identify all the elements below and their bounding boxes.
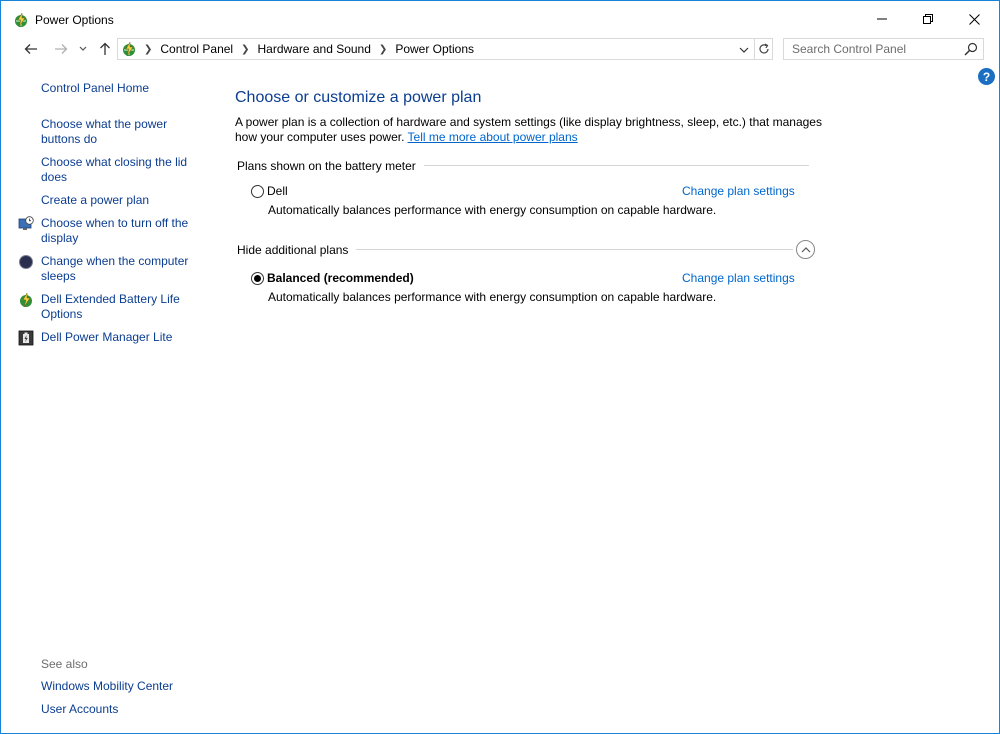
chevron-down-icon	[739, 47, 749, 53]
user-accounts-link[interactable]: User Accounts	[41, 702, 201, 717]
arrow-right-icon	[55, 44, 68, 54]
plan-name-balanced[interactable]: Balanced (recommended)	[267, 271, 414, 285]
battery-meter-section-label: Plans shown on the battery meter	[237, 159, 424, 173]
power-buttons-label: Choose what the power buttons do	[41, 117, 168, 146]
close-button[interactable]	[951, 1, 997, 37]
power-options-location-icon	[123, 41, 135, 57]
crumb-power-options[interactable]: Power Options	[395, 42, 474, 56]
plan-description-balanced: Automatically balances performance with …	[268, 290, 717, 304]
address-history-dropdown[interactable]	[736, 42, 752, 58]
plan-name-dell[interactable]: Dell	[267, 184, 288, 198]
closing-lid-label: Choose what closing the lid does	[41, 155, 188, 184]
windows-mobility-center-label: Windows Mobility Center	[41, 679, 174, 693]
close-icon	[968, 13, 980, 25]
power-options-app-icon	[15, 12, 27, 28]
refresh-button[interactable]	[754, 39, 772, 59]
address-bar[interactable]: ❯ Control Panel ❯ Hardware and Sound ❯ P…	[117, 38, 773, 60]
hide-additional-plans-label[interactable]: Hide additional plans	[237, 243, 357, 257]
power-options-window: Power Options ❯ Control Panel ❯ Hardware…	[0, 0, 1000, 734]
intro-paragraph: A power plan is a collection of hardware…	[235, 115, 825, 145]
learn-more-link[interactable]: Tell me more about power plans	[408, 130, 578, 144]
search-icon[interactable]	[964, 42, 978, 56]
plan-radio-dell[interactable]	[251, 185, 264, 198]
search-input[interactable]	[784, 39, 960, 59]
moon-icon	[19, 255, 33, 269]
left-navigation-pane: Control Panel Home Choose what the power…	[1, 61, 211, 733]
dell-extended-battery-link[interactable]: Dell Extended Battery Life Options	[41, 292, 201, 322]
chevron-right-icon[interactable]: ❯	[379, 44, 387, 55]
minimize-button[interactable]	[859, 1, 905, 37]
battery-manager-icon	[18, 330, 34, 346]
page-title: Choose or customize a power plan	[235, 89, 482, 106]
create-power-plan-link[interactable]: Create a power plan	[41, 193, 201, 208]
control-panel-home-label: Control Panel Home	[41, 81, 150, 95]
dell-power-manager-label: Dell Power Manager Lite	[41, 330, 173, 344]
closing-lid-link[interactable]: Choose what closing the lid does	[41, 155, 201, 185]
turn-off-display-link[interactable]: Choose when to turn off the display	[41, 216, 201, 246]
change-plan-settings-balanced-link[interactable]: Change plan settings	[682, 271, 795, 285]
breadcrumb: ❯ Control Panel ❯ Hardware and Sound ❯ P…	[144, 42, 474, 56]
refresh-icon	[758, 43, 769, 54]
up-button[interactable]	[95, 39, 115, 59]
chevron-right-icon[interactable]: ❯	[144, 44, 152, 55]
chevron-down-icon	[79, 46, 87, 51]
create-power-plan-label: Create a power plan	[41, 193, 150, 207]
display-clock-icon	[18, 216, 34, 230]
arrow-left-icon	[24, 44, 37, 54]
turn-off-display-label: Choose when to turn off the display	[41, 216, 189, 245]
power-plan-icon	[20, 292, 32, 308]
computer-sleeps-link[interactable]: Change when the computer sleeps	[41, 254, 201, 284]
title-bar: Power Options	[1, 1, 999, 37]
recent-locations-button[interactable]	[75, 39, 91, 59]
see-also-heading: See also	[41, 657, 88, 671]
user-accounts-label: User Accounts	[41, 702, 119, 716]
collapse-plans-button[interactable]	[796, 240, 815, 259]
minimize-icon	[877, 18, 887, 20]
chevron-right-icon[interactable]: ❯	[241, 44, 249, 55]
search-box[interactable]	[783, 38, 984, 60]
crumb-control-panel[interactable]: Control Panel	[160, 42, 233, 56]
chevron-up-icon	[801, 246, 810, 252]
crumb-hardware-and-sound[interactable]: Hardware and Sound	[258, 42, 371, 56]
control-panel-home-link[interactable]: Control Panel Home	[41, 81, 201, 96]
change-plan-settings-dell-link[interactable]: Change plan settings	[682, 184, 795, 198]
restore-button[interactable]	[905, 1, 951, 37]
main-content: Choose or customize a power plan A power…	[235, 61, 995, 733]
dell-power-manager-link[interactable]: Dell Power Manager Lite	[41, 330, 201, 345]
navigation-bar: ❯ Control Panel ❯ Hardware and Sound ❯ P…	[1, 37, 999, 61]
forward-button[interactable]	[51, 39, 71, 59]
arrow-up-icon	[100, 42, 110, 55]
dell-extended-battery-label: Dell Extended Battery Life Options	[41, 292, 180, 321]
power-buttons-link[interactable]: Choose what the power buttons do	[41, 117, 201, 147]
plan-radio-balanced[interactable]	[251, 272, 264, 285]
plan-description-dell: Automatically balances performance with …	[268, 203, 717, 217]
window-title: Power Options	[35, 13, 114, 27]
back-button[interactable]	[21, 39, 41, 59]
computer-sleeps-label: Change when the computer sleeps	[41, 254, 189, 283]
restore-icon	[923, 14, 933, 24]
windows-mobility-center-link[interactable]: Windows Mobility Center	[41, 679, 201, 694]
